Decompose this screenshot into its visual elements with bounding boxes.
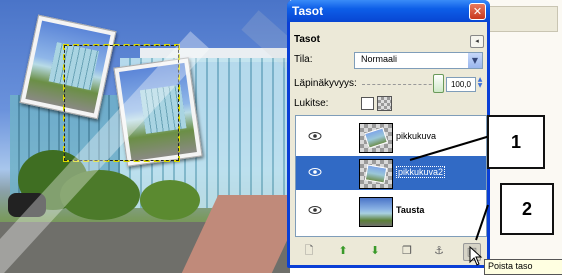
callout-lines [409,135,491,241]
callout-2: 2 [500,183,554,235]
callout-1: 1 [487,115,545,169]
mouse-pointer-icon [469,246,483,266]
